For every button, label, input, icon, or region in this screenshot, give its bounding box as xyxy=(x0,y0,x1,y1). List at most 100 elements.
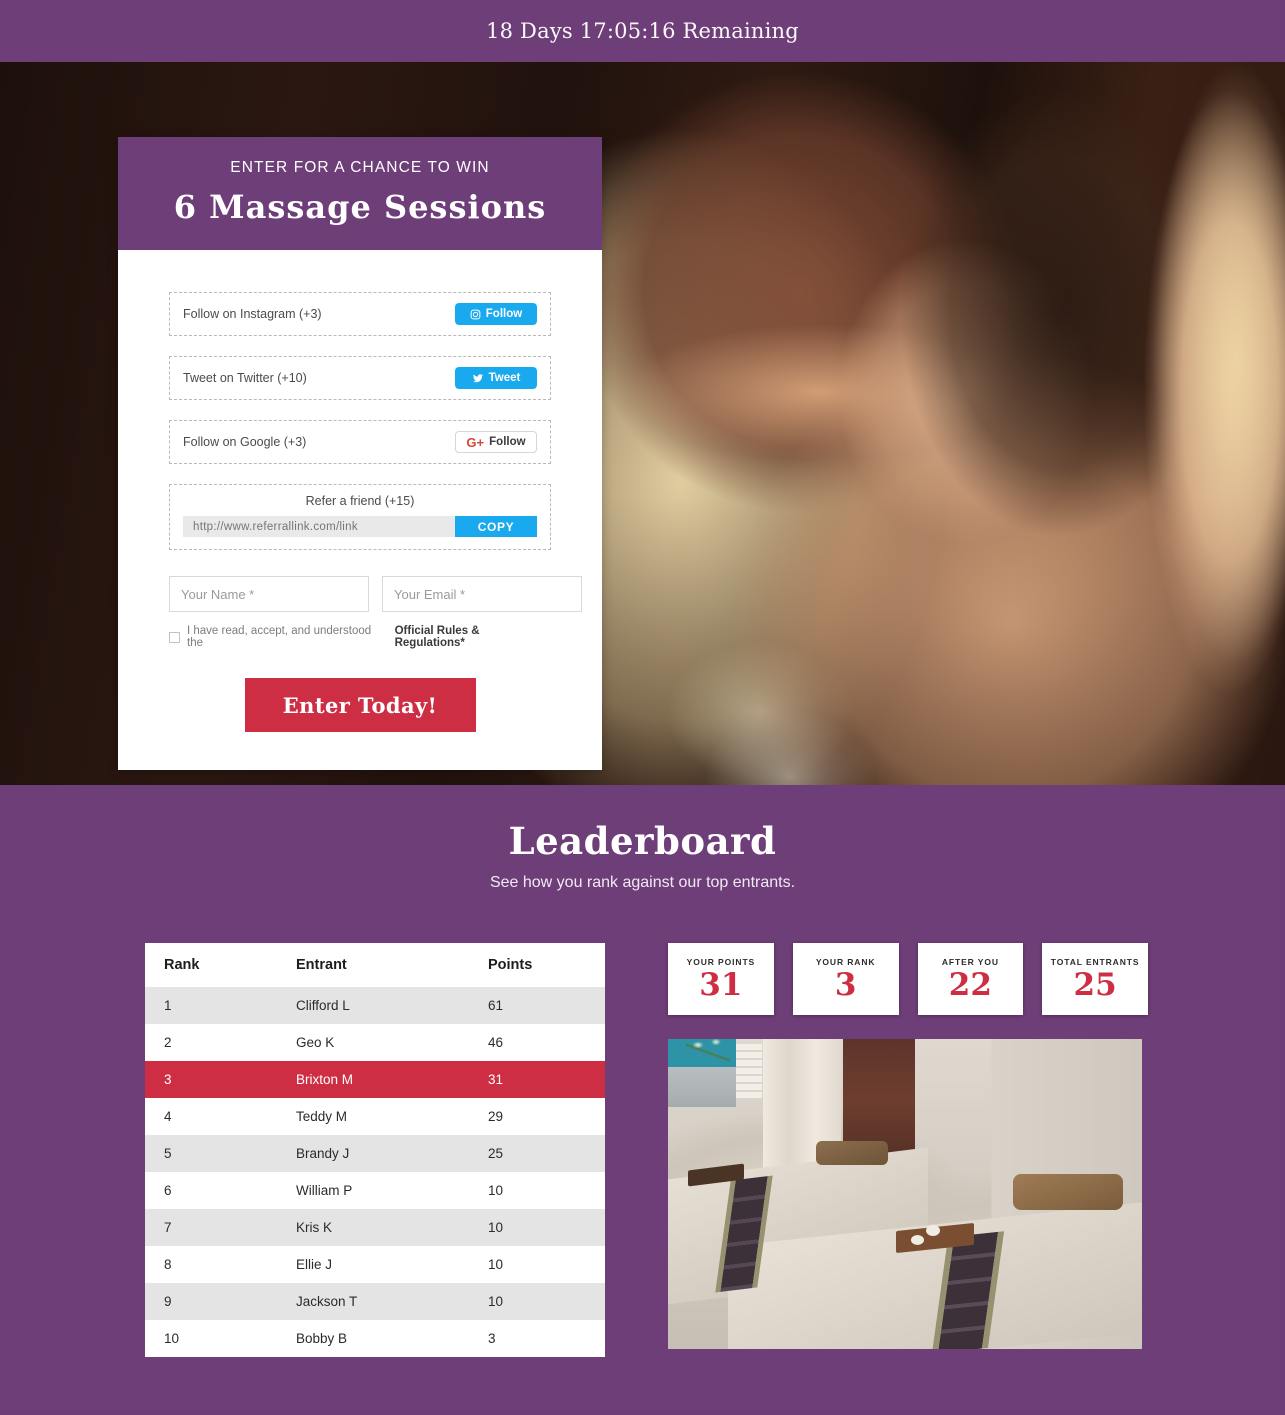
table-row: 2 Geo K 46 xyxy=(145,1024,605,1061)
table-row: 8 Ellie J 10 xyxy=(145,1246,605,1283)
refer-a-friend-box: Refer a friend (+15) COPY xyxy=(169,484,551,550)
action-row-twitter: Tweet on Twitter (+10) Tweet xyxy=(169,356,551,400)
table-row: 7 Kris K 10 xyxy=(145,1209,605,1246)
contact-fields xyxy=(169,576,582,612)
cell-entrant: Clifford L xyxy=(296,998,350,1013)
stat-card: YOUR POINTS 31 xyxy=(668,943,774,1015)
stat-card-value: 31 xyxy=(699,966,743,1003)
column-header-rank: Rank xyxy=(145,943,277,987)
action-label-google: Follow on Google (+3) xyxy=(183,435,307,449)
stat-card-label: YOUR RANK xyxy=(815,956,876,967)
cell-entrant: Geo K xyxy=(296,1035,335,1050)
google-follow-button[interactable]: G+ Follow xyxy=(455,431,537,453)
refer-input-group: COPY xyxy=(183,516,537,537)
instagram-icon xyxy=(470,309,481,320)
consent-checkbox[interactable] xyxy=(169,631,180,643)
cell-entrant: Brixton M xyxy=(296,1072,354,1087)
referral-link-input[interactable] xyxy=(183,516,455,537)
table-row: 6 William P 10 xyxy=(145,1172,605,1209)
action-row-instagram: Follow on Instagram (+3) Follow xyxy=(169,292,551,336)
cell-points: 29 xyxy=(488,1109,504,1124)
spa-room-photo xyxy=(668,1039,1142,1349)
leaderboard-section: Leaderboard See how you rank against our… xyxy=(0,785,1285,1415)
action-row-google: Follow on Google (+3) G+ Follow xyxy=(169,420,551,464)
prize-title: 6 Massage Sessions xyxy=(173,188,547,226)
entry-form-body: Follow on Instagram (+3) Follow Tweet on… xyxy=(118,250,602,770)
name-input[interactable] xyxy=(169,576,369,612)
cell-rank: 10 xyxy=(164,1331,180,1346)
email-input[interactable] xyxy=(382,576,582,612)
cell-entrant: Brandy J xyxy=(296,1146,350,1161)
table-header-row: Rank Entrant Points xyxy=(145,943,605,987)
table-row: 10 Bobby B 3 xyxy=(145,1320,605,1357)
refer-label: Refer a friend (+15) xyxy=(305,494,415,508)
spa-bowl-one xyxy=(926,1225,940,1236)
leaderboard-title: Leaderboard xyxy=(508,819,777,863)
cell-points: 61 xyxy=(488,998,504,1013)
hero-section: ENTER FOR A CHANCE TO WIN 6 Massage Sess… xyxy=(0,62,1285,785)
spa-pillow-right xyxy=(1013,1174,1123,1210)
cell-rank: 8 xyxy=(164,1257,172,1272)
instagram-follow-button[interactable]: Follow xyxy=(455,303,537,325)
leaderboard-grid: Rank Entrant Points 1 Clifford L 61 2 Geo K 4… xyxy=(145,943,1285,1357)
spa-bowl-two xyxy=(911,1235,924,1245)
stat-card: AFTER YOU 22 xyxy=(917,943,1024,1015)
action-label-instagram: Follow on Instagram (+3) xyxy=(183,307,322,321)
stat-card-label: TOTAL ENTRANTS xyxy=(1050,956,1140,967)
consent-text: I have read, accept, and understood the xyxy=(187,625,372,649)
stat-card: TOTAL ENTRANTS 25 xyxy=(1042,943,1148,1015)
stat-card-label: YOUR POINTS xyxy=(686,956,756,967)
cell-rank: 5 xyxy=(164,1146,172,1161)
cell-entrant: Teddy M xyxy=(296,1109,348,1124)
stat-card-value: 25 xyxy=(1073,966,1117,1003)
stat-card-value: 22 xyxy=(948,966,992,1003)
leaderboard-table-head: Rank Entrant Points xyxy=(145,943,605,987)
hero-massage-photo xyxy=(560,62,1285,785)
cell-points: 25 xyxy=(488,1146,504,1161)
table-row: 4 Teddy M 29 xyxy=(145,1098,605,1135)
cell-points: 10 xyxy=(488,1220,504,1235)
table-row: 9 Jackson T 10 xyxy=(145,1283,605,1320)
cell-entrant: Ellie J xyxy=(296,1257,333,1272)
stat-card-label: AFTER YOU xyxy=(941,956,999,967)
cell-points: 3 xyxy=(488,1331,496,1346)
cell-rank: 3 xyxy=(164,1072,172,1087)
enter-today-button[interactable]: Enter Today! xyxy=(244,678,476,732)
twitter-tweet-button[interactable]: Tweet xyxy=(455,367,537,389)
countdown-bar: 18 Days 17:05:16 Remaining xyxy=(0,0,1285,62)
entry-form-card: ENTER FOR A CHANCE TO WIN 6 Massage Sess… xyxy=(118,137,602,770)
cell-rank: 9 xyxy=(164,1294,172,1309)
stat-card-group: YOUR POINTS 31 YOUR RANK 3 AFTER YOU 22 TOTAL … xyxy=(668,943,1148,1015)
instagram-button-label: Follow xyxy=(485,308,523,320)
google-button-label: Follow xyxy=(489,436,526,448)
official-rules-link[interactable]: Official Rules & Regulations* xyxy=(395,625,551,649)
column-header-points: Points xyxy=(469,943,605,987)
cell-points: 10 xyxy=(488,1294,504,1309)
consent-row: I have read, accept, and understood the … xyxy=(169,625,551,649)
table-row: 3 Brixton M 31 xyxy=(145,1061,605,1098)
cell-points: 10 xyxy=(488,1183,504,1198)
cell-entrant: Kris K xyxy=(296,1220,333,1235)
leaderboard-side-panel: YOUR POINTS 31 YOUR RANK 3 AFTER YOU 22 TOTAL … xyxy=(668,943,1148,1357)
google-plus-icon: G+ xyxy=(466,434,485,450)
leaderboard-table: Rank Entrant Points 1 Clifford L 61 2 Geo K 4… xyxy=(145,943,605,1357)
table-row: 1 Clifford L 61 xyxy=(145,987,605,1024)
cell-rank: 4 xyxy=(164,1109,172,1124)
spa-pillow-left xyxy=(816,1141,888,1165)
cell-rank: 6 xyxy=(164,1183,172,1198)
twitter-button-label: Tweet xyxy=(488,372,521,384)
cell-rank: 2 xyxy=(164,1035,172,1050)
cell-entrant: Bobby B xyxy=(296,1331,348,1346)
leaderboard-table-body: 1 Clifford L 61 2 Geo K 4 6 3 Brixton M 3 1 4 Teddy … xyxy=(145,987,605,1357)
action-label-twitter: Tweet on Twitter (+10) xyxy=(183,371,307,385)
cell-points: 10 xyxy=(488,1257,504,1272)
spa-vanity-counter xyxy=(668,1067,736,1107)
spa-orchid xyxy=(686,1039,730,1073)
countdown-text: 18 Days 17:05:16 Remaining xyxy=(486,19,799,43)
cell-rank: 1 xyxy=(164,998,172,1013)
table-row: 5 Brandy J 25 xyxy=(145,1135,605,1172)
cell-entrant: William P xyxy=(296,1183,353,1198)
leaderboard-subtitle: See how you rank against our top entrant… xyxy=(489,874,796,891)
stat-card-value: 3 xyxy=(834,966,857,1003)
copy-link-button[interactable]: COPY xyxy=(455,516,537,537)
